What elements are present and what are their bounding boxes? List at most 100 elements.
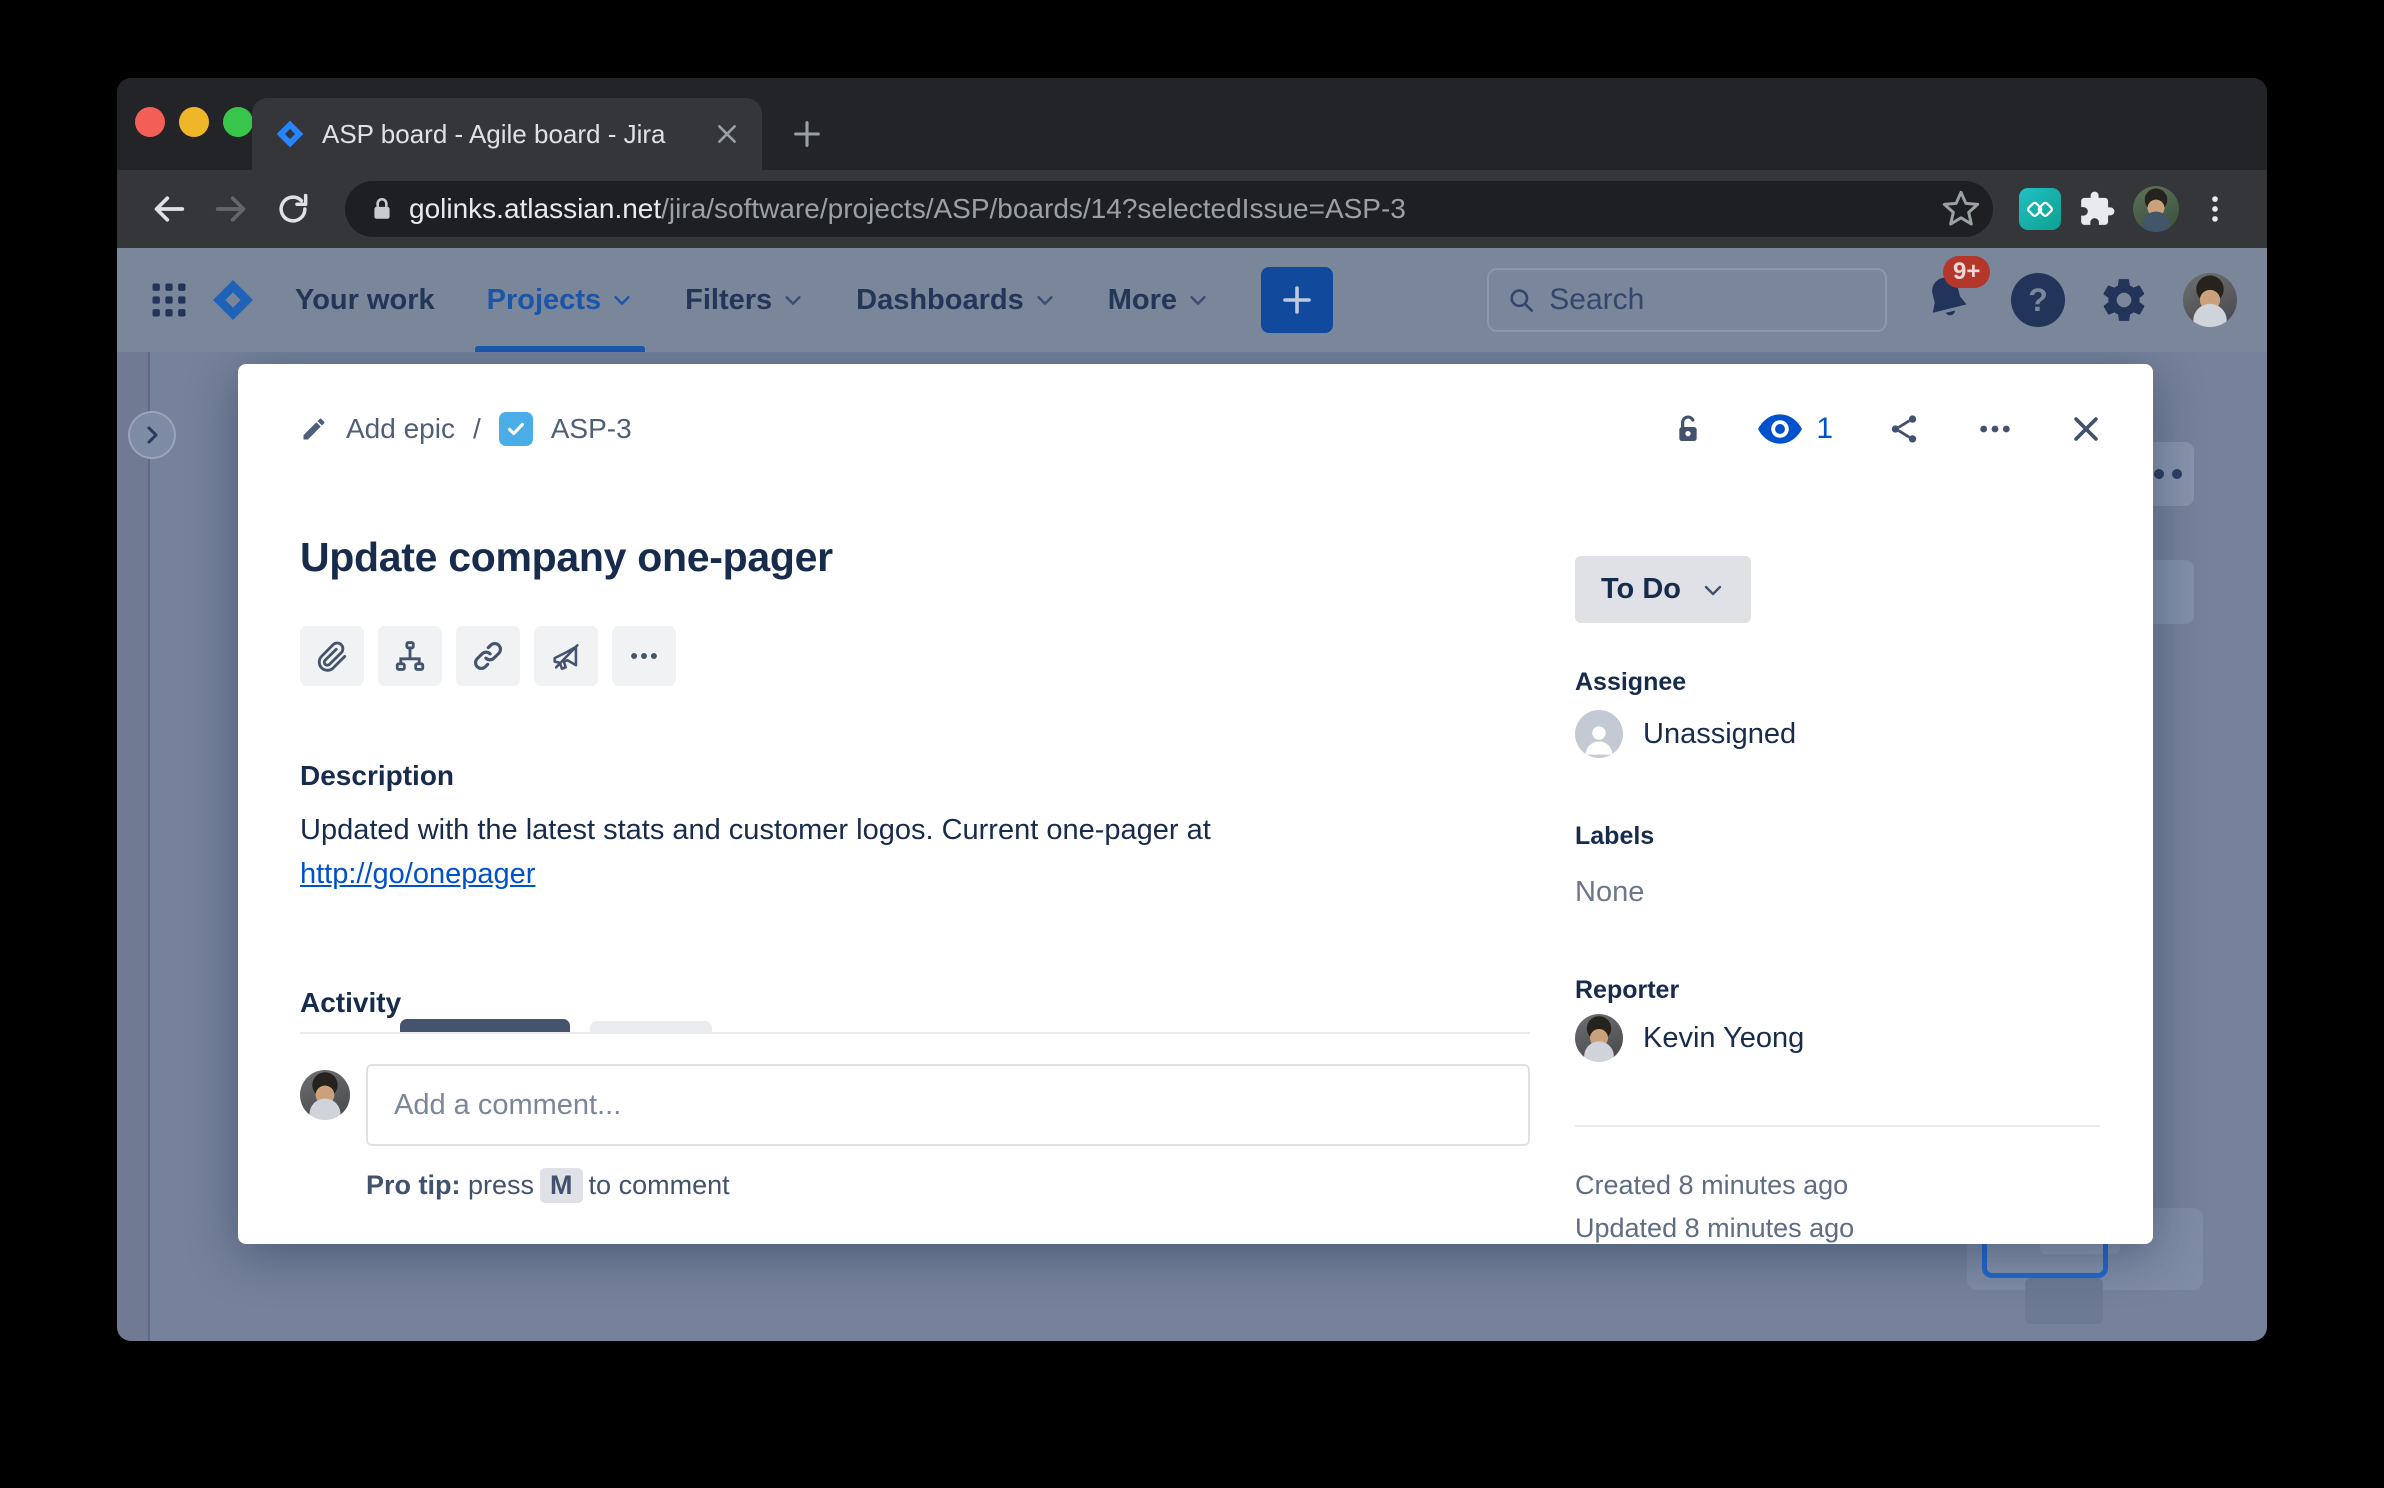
link-issue-button[interactable] (456, 626, 520, 686)
sidebar-divider (1575, 1125, 2100, 1127)
description-body[interactable]: Updated with the latest stats and custom… (300, 812, 1530, 848)
create-issue-button[interactable] (1261, 267, 1333, 333)
unassigned-avatar-icon (1575, 710, 1623, 758)
assignee-value: Unassigned (1643, 718, 1796, 751)
labels-value[interactable]: None (1575, 876, 1644, 909)
activity-divider (300, 1032, 1530, 1034)
back-button[interactable] (143, 183, 195, 235)
reload-icon (274, 190, 312, 228)
board-card-shadow (2025, 1278, 2103, 1324)
comment-protip: Pro tip: pressMto comment (366, 1168, 730, 1203)
url-domain: golinks.atlassian.net (409, 193, 661, 224)
settings-gear-icon[interactable] (2099, 275, 2149, 325)
global-search[interactable] (1487, 268, 1887, 332)
minimize-window-button[interactable] (179, 107, 209, 137)
comment-input[interactable] (366, 1064, 1530, 1146)
nav-label: Filters (685, 284, 772, 317)
browser-menu-button[interactable] (2189, 183, 2241, 235)
extensions-button[interactable] (2071, 183, 2123, 235)
app-megaphone-button[interactable] (534, 626, 598, 686)
forward-arrow-icon (211, 189, 251, 229)
hierarchy-icon (393, 639, 427, 673)
assignee-field[interactable]: Unassigned (1575, 710, 1796, 758)
search-input[interactable] (1549, 283, 1867, 317)
collapsed-sidebar (117, 352, 150, 1341)
updated-timestamp: Updated 8 minutes ago (1575, 1213, 1854, 1244)
watchers[interactable]: 1 (1758, 412, 1833, 446)
issue-detail-modal: Add epic / ASP-3 (238, 364, 2153, 1244)
chevron-down-icon (1034, 289, 1056, 311)
tab-title: ASP board - Agile board - Jira (322, 119, 698, 150)
new-tab-button[interactable] (785, 112, 829, 156)
issue-title[interactable]: Update company one-pager (300, 534, 1530, 581)
link-icon (471, 639, 505, 673)
expand-sidebar-button[interactable] (128, 411, 176, 459)
issue-key[interactable]: ASP-3 (551, 413, 632, 445)
activity-heading: Activity (300, 987, 401, 1019)
fullscreen-window-button[interactable] (223, 107, 253, 137)
add-epic-link[interactable]: Add epic (346, 413, 455, 445)
more-actions-icon[interactable] (1975, 412, 2015, 446)
close-icon[interactable] (2069, 412, 2103, 446)
issue-type-task-icon[interactable] (499, 412, 533, 446)
notifications-button[interactable]: 9+ (1921, 270, 1977, 330)
issue-quick-actions (300, 626, 676, 686)
app-switcher-icon[interactable] (147, 278, 191, 322)
activity-tab-selected[interactable] (400, 1019, 570, 1033)
megaphone-cross-icon (549, 639, 583, 673)
nav-item-your-work[interactable]: Your work (269, 248, 461, 352)
chevron-down-icon (1187, 289, 1209, 311)
jira-navbar-left: Your work Projects Filters Dashboards Mo… (147, 248, 1333, 352)
more-quick-actions-button[interactable] (612, 626, 676, 686)
help-button[interactable]: ? (2011, 273, 2065, 327)
address-bar[interactable]: golinks.atlassian.net/jira/software/proj… (345, 181, 1993, 237)
unlock-icon[interactable] (1672, 412, 1704, 446)
browser-toolbar: golinks.atlassian.net/jira/software/proj… (117, 170, 2267, 248)
breadcrumb: Add epic / ASP-3 (300, 412, 632, 446)
browser-tab[interactable]: ASP board - Agile board - Jira (252, 98, 762, 170)
nav-item-filters[interactable]: Filters (659, 248, 830, 352)
browser-window: ASP board - Agile board - Jira (117, 78, 2267, 1341)
question-mark-icon: ? (2028, 282, 2048, 319)
reporter-label: Reporter (1575, 976, 1679, 1005)
protip-post: to comment (589, 1170, 730, 1200)
jira-profile-avatar[interactable] (2183, 273, 2237, 327)
plus-icon (1279, 282, 1315, 318)
window-controls (135, 107, 253, 137)
forward-button[interactable] (205, 183, 257, 235)
notifications-badge: 9+ (1943, 256, 1990, 288)
watchers-count: 1 (1816, 412, 1833, 446)
nav-label: Your work (295, 284, 435, 317)
golinks-extension-icon[interactable] (2019, 188, 2061, 230)
chevron-down-icon (611, 289, 633, 311)
tab-close-icon[interactable] (714, 121, 740, 147)
reload-button[interactable] (267, 183, 319, 235)
jira-favicon (274, 118, 306, 150)
tab-strip: ASP board - Agile board - Jira (117, 78, 2267, 170)
board-background: Add epic / ASP-3 (117, 352, 2267, 1341)
chevron-down-icon (782, 289, 804, 311)
watch-eye-icon (1758, 414, 1802, 444)
bookmark-star-icon[interactable] (1941, 189, 1981, 229)
share-icon[interactable] (1887, 412, 1921, 446)
breadcrumb-separator: / (473, 413, 481, 445)
browser-profile-avatar[interactable] (2133, 186, 2179, 232)
back-arrow-icon (149, 189, 189, 229)
nav-item-more[interactable]: More (1082, 248, 1235, 352)
jira-logo-icon[interactable] (209, 276, 257, 324)
description-link[interactable]: http://go/onepager (300, 858, 535, 891)
attach-button[interactable] (300, 626, 364, 686)
nav-item-dashboards[interactable]: Dashboards (830, 248, 1082, 352)
reporter-field[interactable]: Kevin Yeong (1575, 1014, 1804, 1062)
chevron-down-icon (1701, 578, 1725, 602)
modal-header: Add epic / ASP-3 (300, 406, 2103, 452)
protip-pre: press (468, 1170, 534, 1200)
status-dropdown[interactable]: To Do (1575, 556, 1751, 623)
https-lock-icon (369, 194, 395, 224)
add-child-issue-button[interactable] (378, 626, 442, 686)
puzzle-icon (2078, 190, 2116, 228)
close-window-button[interactable] (135, 107, 165, 137)
reporter-avatar (1575, 1014, 1623, 1062)
nav-item-projects[interactable]: Projects (461, 248, 659, 352)
nav-label: More (1108, 284, 1177, 317)
